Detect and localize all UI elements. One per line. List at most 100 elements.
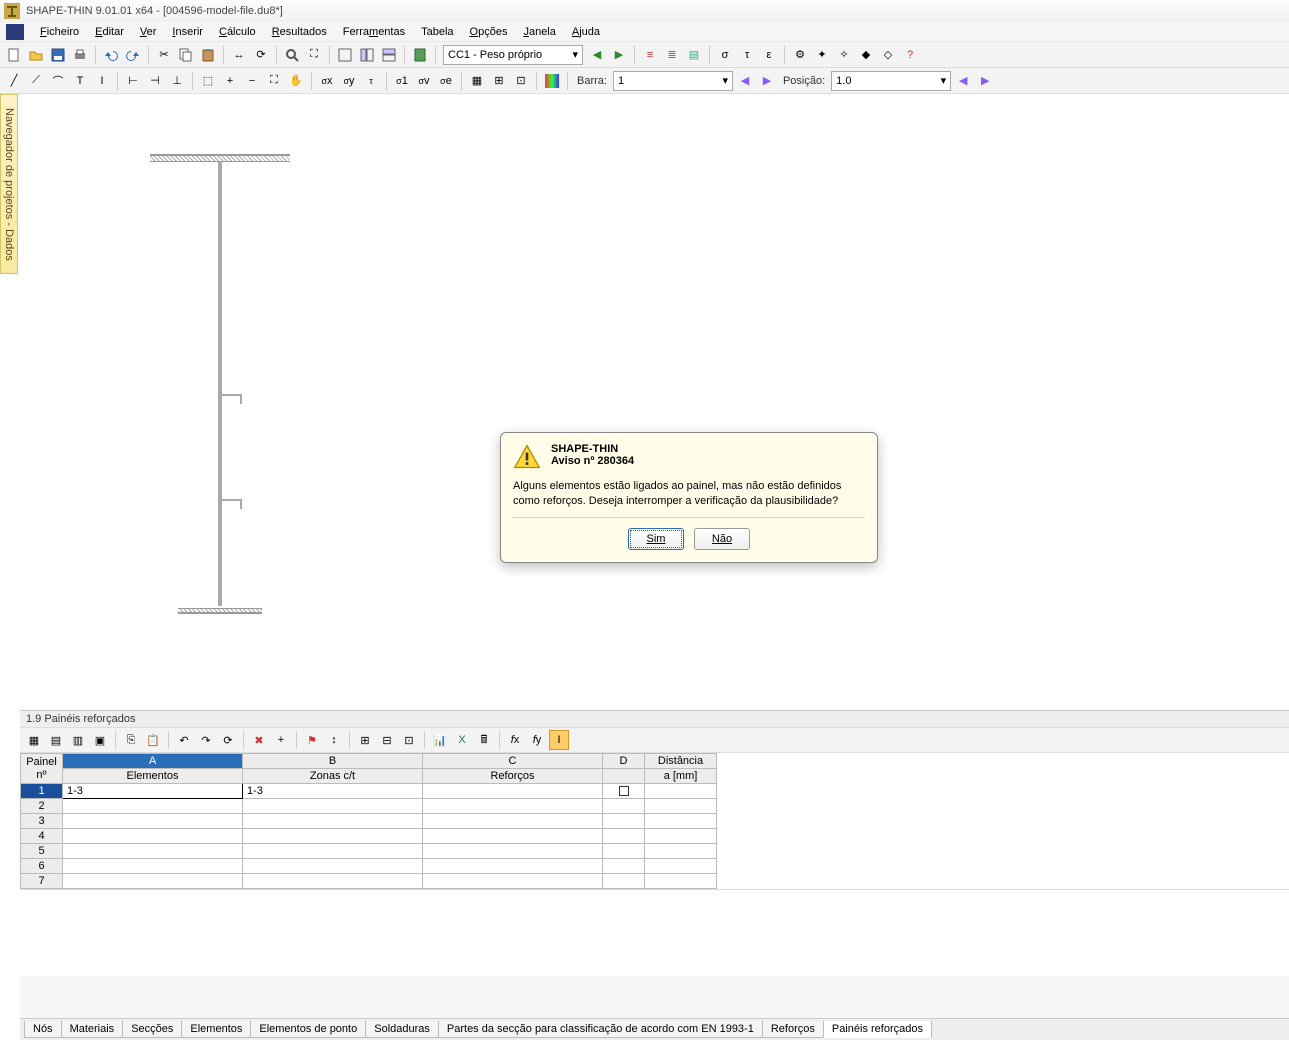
menu-ajuda[interactable]: Ajuda	[564, 24, 608, 40]
grid-icon[interactable]: ▦	[467, 71, 487, 91]
table-row[interactable]: 4	[21, 829, 717, 844]
opt2-icon[interactable]: ✦	[812, 45, 832, 65]
bottom-tab-0[interactable]: Nós	[24, 1021, 62, 1038]
menu-resultados[interactable]: Resultados	[264, 24, 335, 40]
tbl-highlight-icon[interactable]: I	[549, 730, 569, 750]
ortho-icon[interactable]: ⊡	[511, 71, 531, 91]
results3-icon[interactable]: ▤	[684, 45, 704, 65]
bottom-tab-6[interactable]: Partes da secção para classificação de a…	[438, 1021, 763, 1038]
fit-icon[interactable]: ⛶	[304, 45, 324, 65]
table-row[interactable]: 6	[21, 859, 717, 874]
tbl-redo-icon[interactable]: ↷	[196, 730, 216, 750]
sigma2-icon[interactable]: σv	[414, 71, 434, 91]
table-row[interactable]: 11-31-3	[21, 784, 717, 799]
tbl-copy-icon[interactable]: ⎘	[121, 730, 141, 750]
bottom-tab-4[interactable]: Elementos de ponto	[250, 1021, 366, 1038]
tbl-calc-icon[interactable]: 🖩	[474, 730, 494, 750]
view2-icon[interactable]	[357, 45, 377, 65]
bottom-tab-3[interactable]: Elementos	[181, 1021, 251, 1038]
paste-icon[interactable]	[198, 45, 218, 65]
bottom-tab-5[interactable]: Soldaduras	[365, 1021, 439, 1038]
render-icon[interactable]	[542, 71, 562, 91]
tbl-undo-icon[interactable]: ↶	[174, 730, 194, 750]
menu-tabela[interactable]: Tabela	[413, 24, 461, 40]
tbl-grid2-icon[interactable]: ⊟	[377, 730, 397, 750]
print-icon[interactable]	[70, 45, 90, 65]
col-E-header[interactable]: a [mm]	[645, 769, 717, 784]
dim3-icon[interactable]: ⊥	[167, 71, 187, 91]
draw-arc-icon[interactable]: ⌒	[48, 71, 68, 91]
tbl-btn3-icon[interactable]: ▥	[68, 730, 88, 750]
col-D-header[interactable]	[603, 769, 645, 784]
tau-icon[interactable]: τ	[361, 71, 381, 91]
tbl-excel-icon[interactable]: X	[452, 730, 472, 750]
results1-icon[interactable]: ≡	[640, 45, 660, 65]
col-A-header[interactable]: Elementos	[63, 769, 243, 784]
dim1-icon[interactable]: ⊢	[123, 71, 143, 91]
redo-icon[interactable]	[123, 45, 143, 65]
col-A-letter[interactable]: A	[63, 754, 243, 769]
col-B-letter[interactable]: B	[243, 754, 423, 769]
tbl-fx-icon[interactable]: fx	[505, 730, 525, 750]
stress3-icon[interactable]: ε	[759, 45, 779, 65]
barra-next-icon[interactable]: ▶	[757, 71, 777, 91]
table-row[interactable]: 5	[21, 844, 717, 859]
opt1-icon[interactable]: ⚙	[790, 45, 810, 65]
tbl-grid1-icon[interactable]: ⊞	[355, 730, 375, 750]
menu-editar[interactable]: Editar	[87, 24, 132, 40]
table-panels[interactable]: Painel nº A B C D Distância Elementos Zo…	[20, 753, 1289, 889]
view3-icon[interactable]	[379, 45, 399, 65]
stress1-icon[interactable]: σ	[715, 45, 735, 65]
menu-cálculo[interactable]: Cálculo	[211, 24, 264, 40]
menu-ferramentas[interactable]: Ferramentas	[335, 24, 413, 40]
col-B-header[interactable]: Zonas c/t	[243, 769, 423, 784]
move-icon[interactable]: ↔	[229, 45, 249, 65]
new-file-icon[interactable]	[4, 45, 24, 65]
tbl-btn1-icon[interactable]: ▦	[24, 730, 44, 750]
draw-line-icon[interactable]: ╱	[4, 71, 24, 91]
calc-icon[interactable]	[410, 45, 430, 65]
tbl-grid3-icon[interactable]: ⊡	[399, 730, 419, 750]
snap-icon[interactable]: ⊞	[489, 71, 509, 91]
view1-icon[interactable]	[335, 45, 355, 65]
project-navigator-tab[interactable]: Navegador de projetos - Dados	[0, 94, 18, 274]
draw-poly-icon[interactable]: ⟋	[26, 71, 46, 91]
draw-i-icon[interactable]: I	[92, 71, 112, 91]
bottom-tab-7[interactable]: Reforços	[762, 1021, 824, 1038]
bottom-tab-2[interactable]: Secções	[122, 1021, 182, 1038]
tbl-ins-icon[interactable]: +	[271, 730, 291, 750]
col-E-group[interactable]: Distância	[645, 754, 717, 769]
stress2-icon[interactable]: τ	[737, 45, 757, 65]
sigma3-icon[interactable]: σe	[436, 71, 456, 91]
col-C-letter[interactable]: C	[423, 754, 603, 769]
opt4-icon[interactable]: ◆	[856, 45, 876, 65]
table-row[interactable]: 3	[21, 814, 717, 829]
tbl-refresh-icon[interactable]: ⟳	[218, 730, 238, 750]
tbl-filter-icon[interactable]: ⚑	[302, 730, 322, 750]
col-D-letter[interactable]: D	[603, 754, 645, 769]
pos-prev-icon[interactable]: ◀	[953, 71, 973, 91]
model-canvas[interactable]: SHAPE-THIN Aviso nº 280364 Alguns elemen…	[20, 94, 1289, 710]
draw-t-icon[interactable]: T	[70, 71, 90, 91]
dim2-icon[interactable]: ⊣	[145, 71, 165, 91]
menu-inserir[interactable]: Inserir	[164, 24, 211, 40]
zoom-out-icon[interactable]: −	[242, 71, 262, 91]
next-lc-icon[interactable]: ▶	[609, 45, 629, 65]
zoom-all-icon[interactable]: ⛶	[264, 71, 284, 91]
loadcase-combo[interactable]: CC1 - Peso próprio▾	[443, 45, 583, 65]
dialog-no-button[interactable]: Não	[694, 528, 750, 550]
pos-input[interactable]: 1.0▾	[831, 71, 951, 91]
rotate-icon[interactable]: ⟳	[251, 45, 271, 65]
copy-icon[interactable]	[176, 45, 196, 65]
pan-icon[interactable]: ✋	[286, 71, 306, 91]
cut-icon[interactable]: ✂	[154, 45, 174, 65]
tbl-sort-icon[interactable]: ↕	[324, 730, 344, 750]
dialog-yes-button[interactable]: Sim	[628, 528, 684, 550]
menu-opções[interactable]: Opções	[462, 24, 516, 40]
zoom-in-icon[interactable]: +	[220, 71, 240, 91]
save-icon[interactable]	[48, 45, 68, 65]
bottom-tab-1[interactable]: Materiais	[61, 1021, 124, 1038]
barra-input[interactable]: 1▾	[613, 71, 733, 91]
sigma-x-icon[interactable]: σx	[317, 71, 337, 91]
tbl-del-icon[interactable]: ✖	[249, 730, 269, 750]
